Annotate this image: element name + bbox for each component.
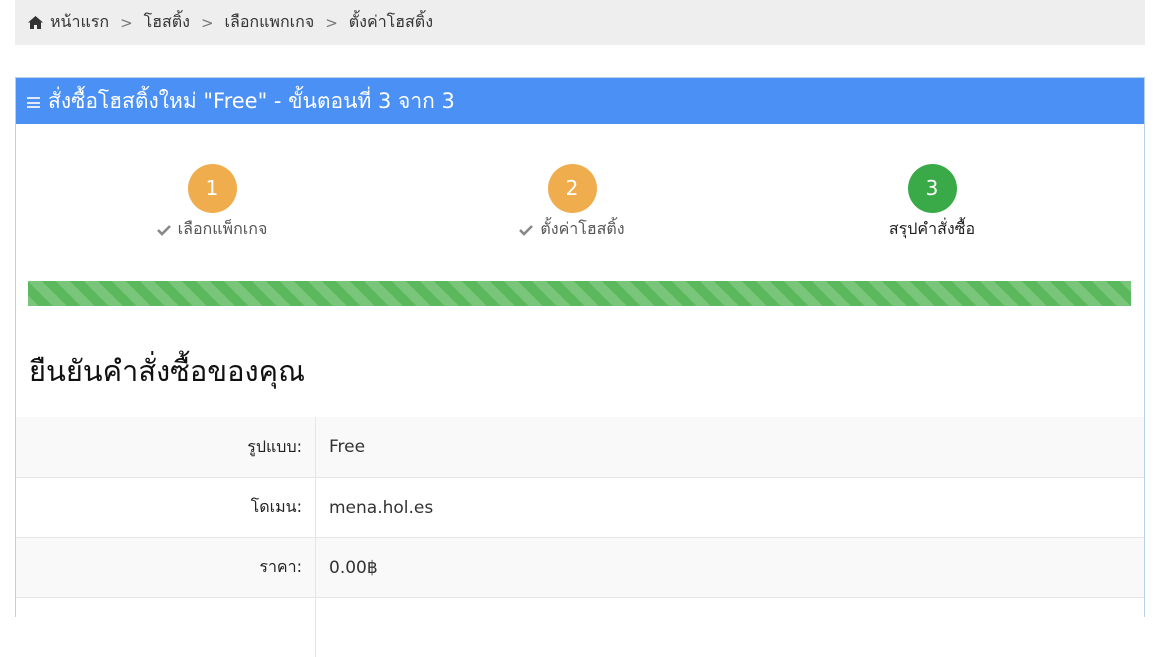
type-label: รูปแบบ: bbox=[16, 417, 316, 477]
breadcrumb: หน้าแรก > โฮสติ้ง > เลือกแพกเกจ > ตั้งค่… bbox=[15, 0, 1145, 45]
breadcrumb-separator: > bbox=[120, 13, 133, 32]
breadcrumb-hosting[interactable]: โฮสติ้ง bbox=[144, 10, 190, 35]
breadcrumb-separator: > bbox=[325, 13, 338, 32]
bars-icon bbox=[27, 97, 40, 108]
step-3: 3 สรุปคำสั่งซื้อ bbox=[812, 164, 1052, 242]
check-icon bbox=[156, 224, 171, 236]
step-2-label: ตั้งค่าโฮสติ้ง bbox=[540, 219, 625, 238]
check-icon bbox=[519, 224, 534, 236]
step-2: 2 ตั้งค่าโฮสติ้ง bbox=[452, 164, 692, 242]
breadcrumb-separator: > bbox=[200, 13, 214, 32]
step-1: 1 เลือกแพ็กเกจ bbox=[92, 164, 332, 242]
step-1-label-wrap: เลือกแพ็กเกจ bbox=[92, 217, 332, 242]
step-2-label-wrap: ตั้งค่าโฮสติ้ง bbox=[452, 217, 692, 242]
confirm-order-heading: ยืนยันคำสั่งซื้อของคุณ bbox=[29, 354, 305, 388]
home-icon[interactable] bbox=[27, 15, 44, 30]
step-3-label-wrap: สรุปคำสั่งซื้อ bbox=[812, 217, 1052, 242]
panel-title: สั่งซื้อโฮสติ้งใหม่ "Free" - ขั้นตอนที่ … bbox=[48, 88, 455, 113]
order-details-table: รูปแบบ: Free โดเมน: mena.hol.es ราคา: 0.… bbox=[16, 417, 1144, 657]
price-value: 0.00฿ bbox=[329, 557, 378, 578]
domain-label: โดเมน: bbox=[16, 478, 316, 537]
breadcrumb-select-package[interactable]: เลือกแพกเกจ bbox=[225, 10, 315, 35]
price-label: ราคา: bbox=[16, 538, 316, 597]
table-row: โดเมน: mena.hol.es bbox=[16, 477, 1144, 537]
step-1-circle: 1 bbox=[187, 164, 237, 213]
table-row: ราคา: 0.00฿ bbox=[16, 537, 1144, 597]
breadcrumb-current: ตั้งค่าโฮสติ้ง bbox=[348, 12, 433, 31]
order-panel: สั่งซื้อโฮสติ้งใหม่ "Free" - ขั้นตอนที่ … bbox=[15, 77, 1145, 657]
table-row: รูปแบบ: Free bbox=[16, 417, 1144, 477]
progress-bar bbox=[28, 281, 1131, 306]
extra-value bbox=[316, 598, 1144, 657]
type-value: Free bbox=[329, 437, 366, 457]
step-3-circle: 3 bbox=[907, 164, 957, 213]
step-1-label: เลือกแพ็กเกจ bbox=[177, 219, 268, 238]
extra-label bbox=[16, 598, 316, 657]
breadcrumb-home[interactable]: หน้าแรก bbox=[50, 10, 109, 35]
step-2-circle: 2 bbox=[547, 164, 597, 213]
domain-value: mena.hol.es bbox=[329, 497, 434, 518]
panel-header: สั่งซื้อโฮสติ้งใหม่ "Free" - ขั้นตอนที่ … bbox=[16, 78, 1144, 124]
step-3-label: สรุปคำสั่งซื้อ bbox=[888, 219, 976, 238]
table-row bbox=[16, 597, 1144, 657]
order-steps: 1 เลือกแพ็กเกจ 2 ตั้งค่าโฮสติ้ง 3 สรุปคำ… bbox=[16, 164, 1144, 244]
